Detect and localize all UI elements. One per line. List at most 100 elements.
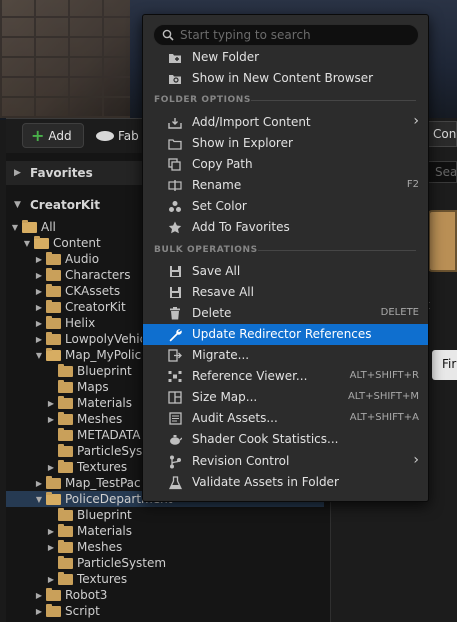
- chevron-right-icon[interactable]: ▶: [46, 399, 56, 408]
- tree-row-label: Meshes: [77, 412, 123, 426]
- tree-row[interactable]: ▶ Script: [6, 603, 324, 619]
- copy-icon: [167, 157, 183, 172]
- chevron-right-icon[interactable]: ▶: [34, 591, 44, 600]
- chevron-right-icon[interactable]: ▶: [34, 287, 44, 296]
- menu-item-add-import-content[interactable]: Add/Import Content ›: [143, 112, 428, 133]
- folder-icon: [58, 379, 73, 393]
- menu-item-label: New Folder: [192, 50, 260, 64]
- menu-item-audit-assets[interactable]: Audit Assets... ALT+SHIFT+A: [143, 408, 428, 429]
- section-divider: [258, 250, 416, 251]
- chevron-down-icon[interactable]: ▼: [22, 239, 32, 248]
- menu-item-label: Shader Cook Statistics...: [192, 432, 339, 446]
- menu-item-shader-cook-statistics[interactable]: Shader Cook Statistics...: [143, 429, 428, 450]
- menu-item-rename[interactable]: Rename F2: [143, 175, 428, 196]
- folder-icon: [46, 299, 61, 313]
- menu-item-copy-path[interactable]: Copy Path: [143, 154, 428, 175]
- chevron-right-icon[interactable]: ▶: [34, 319, 44, 328]
- tree-row[interactable]: ▶ Meshes: [6, 539, 324, 555]
- find-button[interactable]: Fir: [432, 350, 457, 380]
- menu-item-update-redirector-references[interactable]: Update Redirector References: [143, 324, 428, 345]
- folder-icon: [46, 603, 61, 617]
- fab-button[interactable]: Fab: [90, 123, 150, 148]
- menu-item-new-folder[interactable]: New Folder: [143, 47, 428, 68]
- menu-item-delete[interactable]: Delete DELETE: [143, 303, 428, 324]
- menu-item-show-in-new-content-browser[interactable]: Show in New Content Browser: [143, 68, 428, 89]
- folder-icon: [58, 459, 73, 473]
- menu-item-validate-assets[interactable]: Validate Assets in Folder: [143, 472, 428, 493]
- shortcut-label: ALT+SHIFT+R: [349, 370, 419, 381]
- menu-item-label: Save All: [192, 264, 241, 278]
- content-browser-icon: [167, 71, 183, 86]
- chevron-right-icon[interactable]: ▶: [34, 303, 44, 312]
- menu-item-label: Copy Path: [192, 157, 253, 171]
- shortcut-label: ALT+SHIFT+A: [349, 412, 419, 423]
- menu-item-label: Update Redirector References: [192, 327, 372, 341]
- tree-row-label: CKAssets: [65, 284, 121, 298]
- menu-search-box[interactable]: [153, 24, 419, 46]
- tree-row[interactable]: ▶ Materials: [6, 523, 324, 539]
- tree-row[interactable]: Blueprint: [6, 507, 324, 523]
- flask-icon: [167, 475, 183, 490]
- add-button[interactable]: + Add: [22, 123, 84, 148]
- import-icon: [167, 115, 183, 130]
- menu-item-reference-viewer[interactable]: Reference Viewer... ALT+SHIFT+R: [143, 366, 428, 387]
- chevron-right-icon[interactable]: ▶: [34, 479, 44, 488]
- size-map-icon: [167, 390, 183, 405]
- section-label-bulk-operations: BULK OPERATIONS: [154, 245, 258, 255]
- content-tab[interactable]: Con: [426, 121, 457, 147]
- menu-item-set-color[interactable]: Set Color: [143, 196, 428, 217]
- shortcut-label: DELETE: [380, 307, 419, 318]
- fab-icon: [96, 130, 114, 141]
- menu-item-save-all[interactable]: Save All: [143, 261, 428, 282]
- menu-item-resave-all[interactable]: Resave All: [143, 282, 428, 303]
- chevron-down-icon[interactable]: ▼: [34, 351, 44, 360]
- favorites-section-header[interactable]: ▶ Favorites: [6, 161, 146, 185]
- tree-row-label: Textures: [77, 572, 128, 586]
- audit-icon: [167, 411, 183, 426]
- tree-row-label: Helix: [65, 316, 96, 330]
- menu-item-label: Validate Assets in Folder: [192, 475, 339, 489]
- chevron-right-icon[interactable]: ▶: [46, 463, 56, 472]
- tree-row-label: All: [41, 220, 56, 234]
- tree-row[interactable]: ▶ Textures: [6, 571, 324, 587]
- menu-item-size-map[interactable]: Size Map... ALT+SHIFT+M: [143, 387, 428, 408]
- folder-icon: [46, 475, 61, 489]
- menu-item-label: Delete: [192, 306, 232, 320]
- menu-item-show-in-explorer[interactable]: Show in Explorer: [143, 133, 428, 154]
- chevron-right-icon[interactable]: ▶: [46, 415, 56, 424]
- folder-icon: [58, 507, 73, 521]
- menu-item-label: Show in Explorer: [192, 136, 293, 150]
- collection-section-header[interactable]: ▼ CreatorKit: [6, 193, 146, 217]
- chevron-right-icon[interactable]: ▶: [34, 255, 44, 264]
- menu-item-revision-control[interactable]: Revision Control ›: [143, 451, 428, 472]
- reference-viewer-icon: [167, 369, 183, 384]
- chevron-right-icon[interactable]: ▶: [46, 543, 56, 552]
- tree-row-label: Map_MyPolice: [65, 348, 149, 362]
- chevron-down-icon[interactable]: ▼: [34, 495, 44, 504]
- chevron-right-icon[interactable]: ▶: [46, 527, 56, 536]
- chevron-right-icon[interactable]: ▶: [34, 271, 44, 280]
- tree-row[interactable]: ParticleSystem: [6, 555, 324, 571]
- menu-search-input[interactable]: [180, 28, 418, 42]
- submenu-arrow-icon: ›: [413, 113, 419, 129]
- tree-row[interactable]: ▶ Robot3: [6, 587, 324, 603]
- tree-row-label: CreatorKit: [65, 300, 126, 314]
- asset-search-input[interactable]: Searc: [426, 161, 457, 183]
- tree-row-label: ParticleSystem: [77, 556, 167, 570]
- folder-icon: [58, 539, 73, 553]
- chevron-right-icon[interactable]: ▶: [34, 335, 44, 344]
- section-divider: [251, 100, 416, 101]
- menu-item-add-to-favorites[interactable]: Add To Favorites: [143, 217, 428, 238]
- chevron-down-icon: ▼: [14, 200, 21, 210]
- chevron-right-icon[interactable]: ▶: [46, 575, 56, 584]
- folder-icon: [46, 587, 61, 601]
- tree-row-label: METADATA: [77, 428, 141, 442]
- asset-thumbnail[interactable]: [428, 210, 457, 272]
- menu-item-migrate[interactable]: Migrate...: [143, 345, 428, 366]
- folder-icon: [58, 427, 73, 441]
- save-icon: [167, 264, 183, 279]
- migrate-icon: [167, 348, 183, 363]
- folder-icon: [58, 555, 73, 569]
- chevron-right-icon[interactable]: ▶: [34, 607, 44, 616]
- chevron-down-icon[interactable]: ▼: [10, 223, 20, 232]
